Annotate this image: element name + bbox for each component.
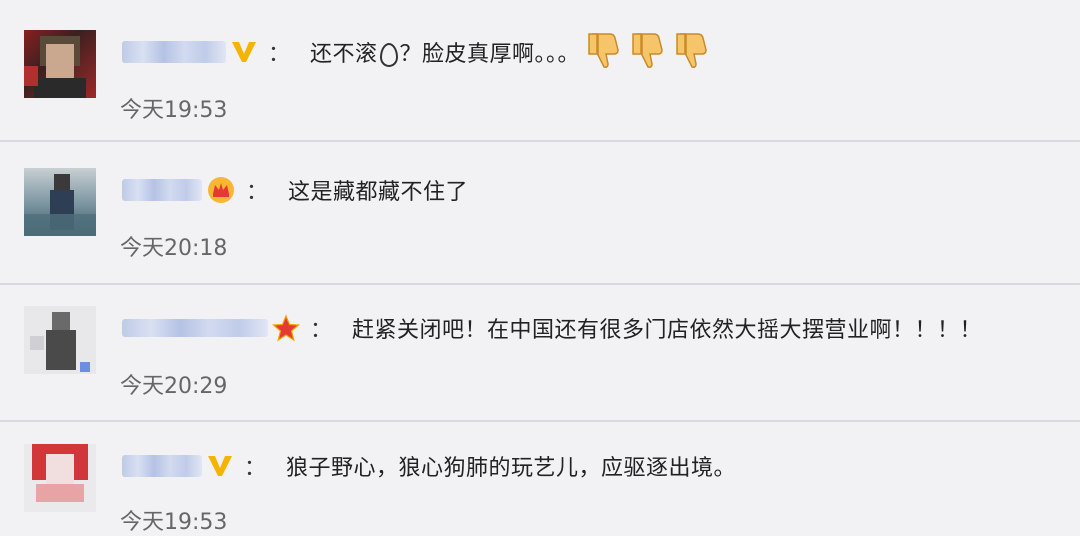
comment-text: 还不滚 ？脸皮真厚啊。。。 [310,42,581,67]
comment-item: ： 狼子野心，狼心狗肺的玩艺儿，应驱逐出境。 今天19:53 [0,444,1080,535]
username-blurred[interactable] [122,41,226,63]
thumbs-down-icon [676,30,712,74]
divider [0,140,1080,142]
username-blurred[interactable] [122,319,268,337]
comment-list: ： 还不滚 ？脸皮真厚啊。。。 今天19:53 ： 这是藏都藏不住了 今天20:… [0,0,1080,535]
comment-item: ： 还不滚 ？脸皮真厚啊。。。 今天19:53 [0,30,1080,130]
avatar[interactable] [24,168,96,236]
comment-text: 狼子野心，狼心狗肺的玩艺儿，应驱逐出境。 [286,456,737,481]
timestamp: 今天19:53 [120,98,228,123]
thumbs-down-icon [632,30,668,74]
comment-item: ： 这是藏都藏不住了 今天20:18 [0,168,1080,268]
timestamp: 今天20:18 [120,236,228,261]
timestamp: 今天20:29 [120,374,228,399]
thumbs-down-icon [588,30,624,74]
red-star-icon [272,314,300,342]
comment-item: ： 赶紧关闭吧！在中国还有很多门店依然大摇大摆营业啊！！！！ 今天20:29 [0,306,1080,406]
comment-header: ： 狼子野心，狼心狗肺的玩艺儿，应驱逐出境。 [122,446,736,486]
username-blurred[interactable] [122,455,202,477]
crown-icon [206,175,236,205]
avatar[interactable] [24,444,96,512]
divider [0,420,1080,422]
comment-header: ： 赶紧关闭吧！在中国还有很多门店依然大摇大摆营业啊！！！！ [122,308,982,348]
avatar[interactable] [24,30,96,98]
verified-v-gold-icon [206,453,234,479]
comment-header: ： 这是藏都藏不住了 [122,170,468,210]
egg-icon [379,43,398,67]
username-blurred[interactable] [122,179,202,201]
avatar[interactable] [24,306,96,374]
timestamp: 今天19:53 [120,510,228,535]
verified-v-gold-icon [230,39,258,65]
comment-text: 这是藏都藏不住了 [288,180,469,205]
comment-text: 赶紧关闭吧！在中国还有很多门店依然大摇大摆营业啊！！！！ [352,318,983,343]
divider [0,283,1080,285]
comment-header: ： 还不滚 ？脸皮真厚啊。。。 [122,32,712,72]
